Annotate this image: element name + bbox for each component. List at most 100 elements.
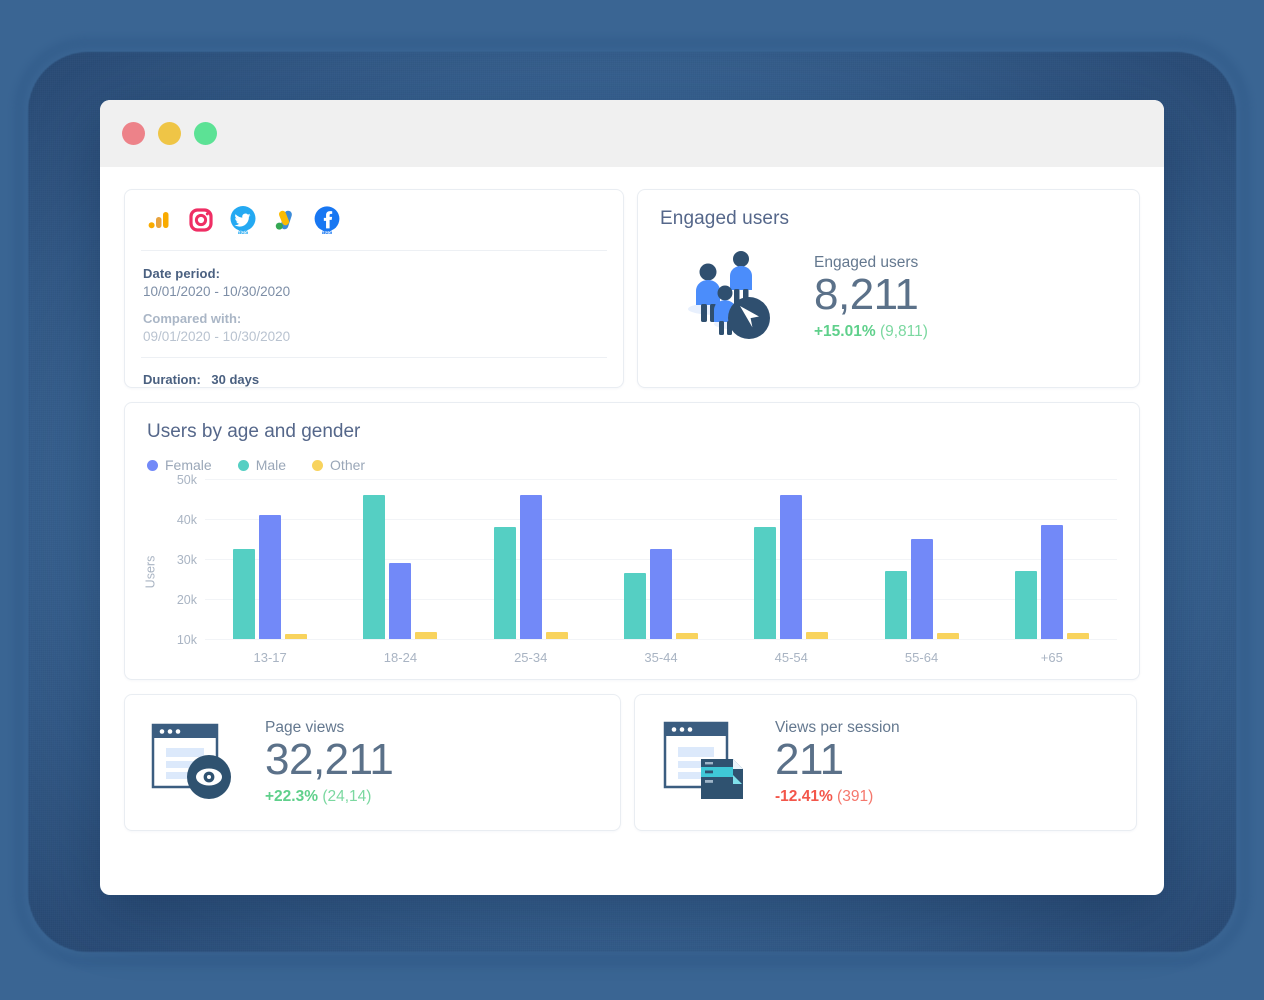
x-axis-tick: 35-44 xyxy=(596,650,726,665)
page-views-delta: +22.3% (24,14) xyxy=(265,788,393,806)
google-ads-icon[interactable] xyxy=(269,204,301,236)
y-axis-tick: 10k xyxy=(177,633,197,647)
legend-item-other[interactable]: Other xyxy=(312,457,365,473)
legend-label: Female xyxy=(165,457,212,473)
legend-label: Other xyxy=(330,457,365,473)
bar-male[interactable] xyxy=(363,495,385,639)
bar-male[interactable] xyxy=(754,527,776,639)
y-axis-tick: 20k xyxy=(177,593,197,607)
engaged-users-illustration xyxy=(684,246,784,349)
app-window: ads ads xyxy=(100,100,1164,895)
google-analytics-icon[interactable] xyxy=(143,204,175,236)
window-titlebar xyxy=(100,100,1164,167)
duration-row: Duration: 30 days xyxy=(141,358,607,387)
gridline: 10k xyxy=(205,639,1117,640)
x-axis-tick: 25-34 xyxy=(466,650,596,665)
chart-y-axis-label: Users xyxy=(139,479,161,665)
views-per-session-delta-abs: (391) xyxy=(837,788,873,805)
bottom-row: Page views 32,211 +22.3% (24,14) xyxy=(124,694,1140,831)
bar-group xyxy=(205,515,335,639)
bar-female[interactable] xyxy=(650,549,672,639)
bar-other[interactable] xyxy=(806,632,828,639)
bar-female[interactable] xyxy=(780,495,802,639)
bar-group xyxy=(987,525,1117,639)
views-per-session-delta-pct: -12.41% xyxy=(775,788,833,805)
chart-legend: Female Male Other xyxy=(147,457,1117,473)
y-axis-tick: 30k xyxy=(177,553,197,567)
x-axis-tick: 18-24 xyxy=(335,650,465,665)
integration-icons: ads ads xyxy=(141,190,607,251)
users-by-age-gender-card: Users by age and gender FemaleMaleOther … xyxy=(124,402,1140,680)
bar-other[interactable] xyxy=(937,633,959,639)
bar-female[interactable] xyxy=(259,515,281,639)
bar-group xyxy=(335,495,465,639)
bar-female[interactable] xyxy=(1041,525,1063,639)
legend-label: Male xyxy=(256,457,286,473)
views-per-session-stats: Views per session 211 -12.41% (391) xyxy=(775,719,900,805)
bar-female[interactable] xyxy=(520,495,542,639)
page-views-card: Page views 32,211 +22.3% (24,14) xyxy=(124,694,621,831)
bar-group xyxy=(466,495,596,639)
bar-other[interactable] xyxy=(415,632,437,639)
bar-group xyxy=(726,495,856,639)
legend-swatch-female-icon xyxy=(147,460,158,471)
facebook-ads-icon[interactable]: ads xyxy=(311,204,343,236)
engaged-users-delta-pct: +15.01% xyxy=(814,323,876,340)
date-period-label: Date period: xyxy=(143,266,605,281)
compared-with-label: Compared with: xyxy=(143,311,605,326)
bar-female[interactable] xyxy=(911,539,933,639)
x-axis-tick: 45-54 xyxy=(726,650,856,665)
close-window-button[interactable] xyxy=(122,122,145,145)
page-views-stats: Page views 32,211 +22.3% (24,14) xyxy=(265,719,393,805)
chart-plot-area: Users 50k40k30k20k10k 13-1718-2425-3435-… xyxy=(139,479,1117,665)
bar-other[interactable] xyxy=(1067,633,1089,639)
svg-text:ads: ads xyxy=(238,230,249,236)
chart-gridlines: 50k40k30k20k10k xyxy=(205,479,1117,639)
bar-group xyxy=(596,549,726,639)
bar-other[interactable] xyxy=(676,633,698,639)
bar-male[interactable] xyxy=(885,571,907,639)
chart-title: Users by age and gender xyxy=(139,421,1117,443)
bar-female[interactable] xyxy=(389,563,411,639)
minimize-window-button[interactable] xyxy=(158,122,181,145)
views-per-session-card: Views per session 211 -12.41% (391) xyxy=(634,694,1137,831)
engaged-users-body: Engaged users 8,211 +15.01% (9,811) xyxy=(660,246,1117,349)
bar-male[interactable] xyxy=(233,549,255,639)
page-views-metric-value: 32,211 xyxy=(265,737,393,783)
engaged-users-card: Engaged users xyxy=(637,189,1140,388)
legend-item-female[interactable]: Female xyxy=(147,457,212,473)
engaged-users-metric-value: 8,211 xyxy=(814,272,928,318)
instagram-icon[interactable] xyxy=(185,204,217,236)
duration-label: Duration: xyxy=(143,372,201,387)
bar-other[interactable] xyxy=(546,632,568,639)
chart-x-axis: 13-1718-2425-3435-4445-5455-64+65 xyxy=(205,650,1117,665)
page-views-illustration xyxy=(147,715,239,810)
bar-male[interactable] xyxy=(494,527,516,639)
legend-item-male[interactable]: Male xyxy=(238,457,286,473)
y-axis-tick: 40k xyxy=(177,513,197,527)
views-per-session-metric-value: 211 xyxy=(775,737,900,783)
views-per-session-delta: -12.41% (391) xyxy=(775,788,900,806)
y-axis-tick: 50k xyxy=(177,473,197,487)
page-views-delta-abs: (24,14) xyxy=(322,788,371,805)
date-period-details: Date period: 10/01/2020 - 10/30/2020 Com… xyxy=(141,251,607,358)
top-row: ads ads xyxy=(124,189,1140,388)
svg-text:ads: ads xyxy=(322,230,333,236)
date-period-value[interactable]: 10/01/2020 - 10/30/2020 xyxy=(143,284,605,299)
bar-other[interactable] xyxy=(285,634,307,639)
bar-group xyxy=(856,539,986,639)
engaged-users-stats: Engaged users 8,211 +15.01% (9,811) xyxy=(814,254,928,340)
page-views-delta-pct: +22.3% xyxy=(265,788,318,805)
legend-swatch-other-icon xyxy=(312,460,323,471)
bar-male[interactable] xyxy=(624,573,646,639)
twitter-ads-icon[interactable]: ads xyxy=(227,204,259,236)
engaged-users-delta-abs: (9,811) xyxy=(880,323,928,340)
engaged-users-delta: +15.01% (9,811) xyxy=(814,323,928,341)
engaged-users-card-title: Engaged users xyxy=(660,208,1117,230)
x-axis-tick: +65 xyxy=(987,650,1117,665)
bar-male[interactable] xyxy=(1015,571,1037,639)
compared-with-value[interactable]: 09/01/2020 - 10/30/2020 xyxy=(143,329,605,344)
x-axis-tick: 13-17 xyxy=(205,650,335,665)
maximize-window-button[interactable] xyxy=(194,122,217,145)
chart-bars xyxy=(205,479,1117,639)
